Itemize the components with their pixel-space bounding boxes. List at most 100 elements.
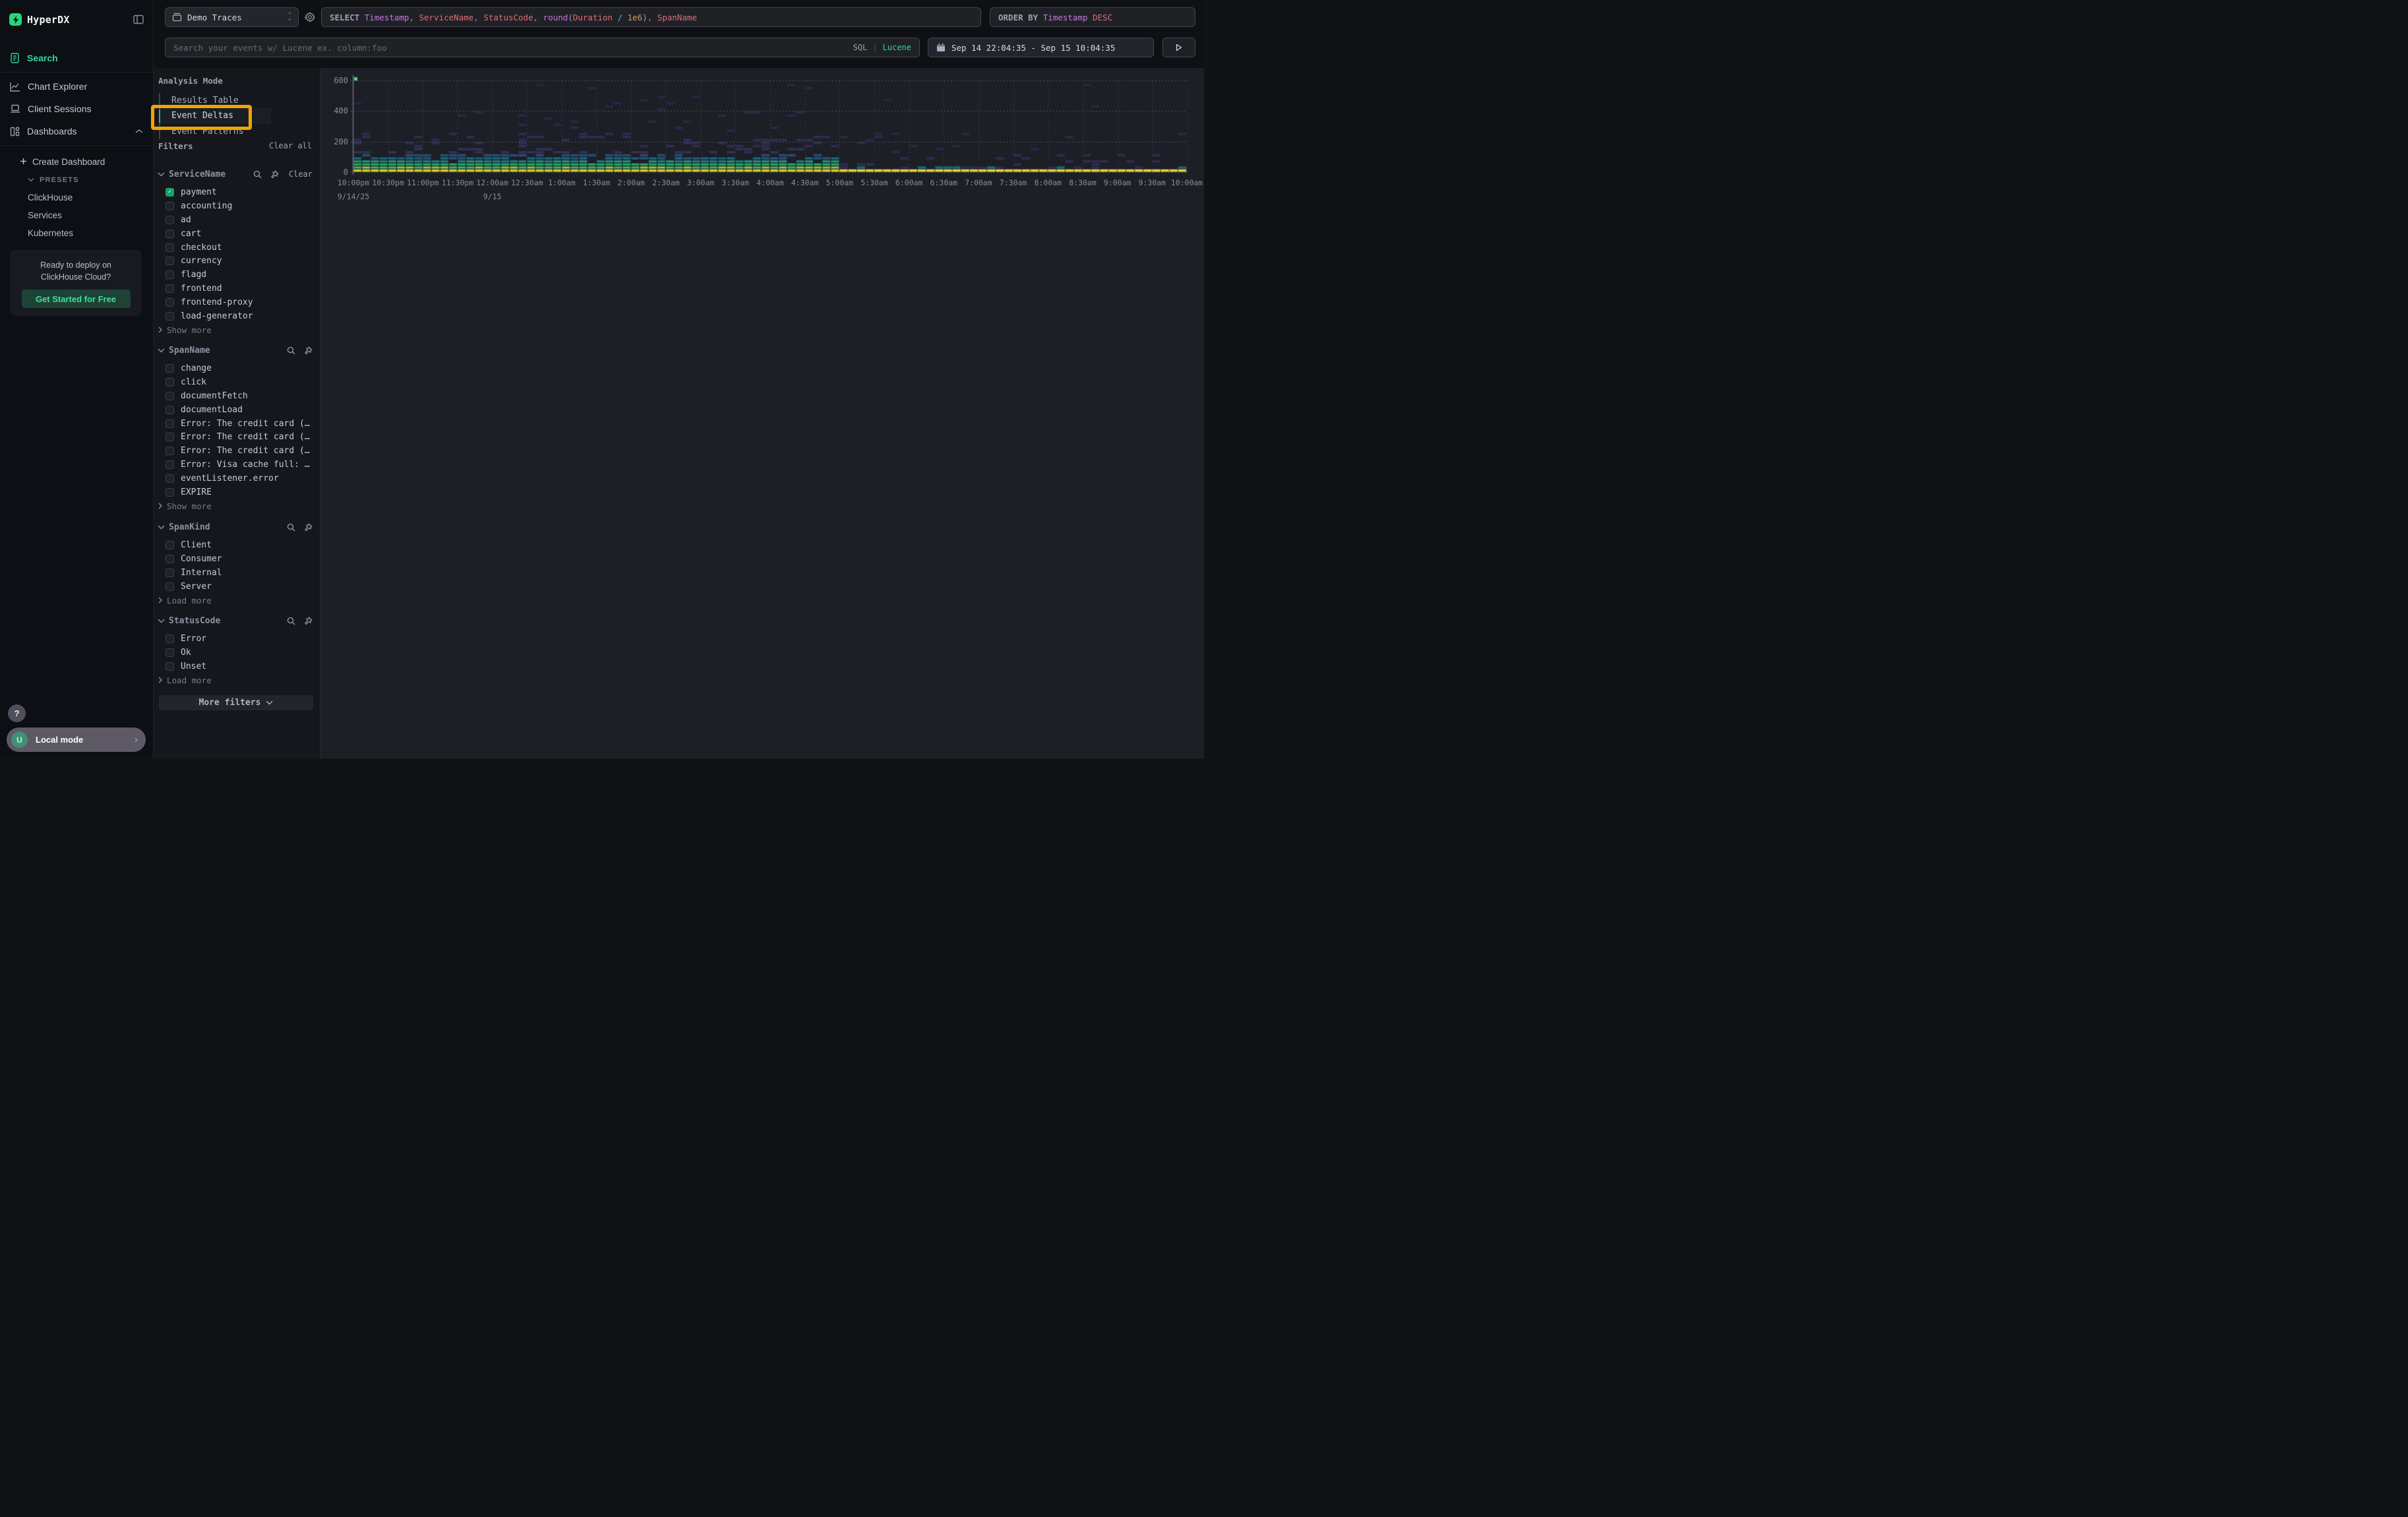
help-button[interactable]: ? [8, 704, 26, 722]
sidebar-collapse-icon[interactable] [133, 15, 144, 24]
filter-option-cart[interactable]: cart [154, 227, 320, 241]
analysis-mode-results-table[interactable]: Results Table [160, 93, 271, 108]
sidebar-item-client-sessions[interactable]: Client Sessions [0, 98, 153, 120]
filter-option-documentload[interactable]: documentLoad [154, 403, 320, 417]
filter-option-load-generator[interactable]: load-generator [154, 309, 320, 323]
checkbox[interactable] [166, 378, 174, 387]
search-icon[interactable] [287, 617, 295, 625]
checkbox-checked[interactable]: ✓ [166, 188, 174, 197]
filter-option-payment[interactable]: ✓payment [154, 185, 320, 199]
checkbox[interactable] [166, 541, 174, 549]
pin-icon[interactable] [270, 170, 279, 179]
analysis-mode-event-deltas[interactable]: Event Deltas [160, 108, 271, 123]
filter-option-internal[interactable]: Internal [154, 566, 320, 580]
filter-option-error-visa-cache-full-[interactable]: Error: Visa cache full: … [154, 458, 320, 472]
checkbox[interactable] [166, 582, 174, 591]
chevron-up-icon[interactable] [135, 129, 143, 134]
filter-option-client[interactable]: Client [154, 538, 320, 552]
checkbox[interactable] [166, 460, 174, 469]
checkbox[interactable] [166, 216, 174, 224]
presets-toggle[interactable]: PRESETS [0, 171, 153, 189]
chevron-down-icon[interactable] [158, 172, 165, 177]
time-range-picker[interactable]: Sep 14 22:04:35 - Sep 15 10:04:35 [928, 38, 1154, 57]
filter-option-error-the-credit-card-[interactable]: Error: The credit card (… [154, 444, 320, 458]
filter-option-change[interactable]: change [154, 361, 320, 375]
pin-icon[interactable] [304, 523, 313, 532]
analysis-mode-event-patterns[interactable]: Event Patterns [160, 124, 271, 139]
search-icon[interactable] [287, 346, 295, 355]
filter-option-frontend[interactable]: frontend [154, 282, 320, 295]
filter-option-eventlistener-error[interactable]: eventListener.error [154, 472, 320, 485]
sql-query-editor[interactable]: SELECT Timestamp, ServiceName, StatusCod… [321, 7, 981, 27]
checkbox[interactable] [166, 555, 174, 563]
local-mode-menu[interactable]: U Local mode › [7, 728, 146, 752]
checkbox[interactable] [166, 635, 174, 643]
chevron-down-icon[interactable] [158, 525, 165, 530]
checkbox[interactable] [166, 243, 174, 252]
checkbox[interactable] [166, 406, 174, 414]
filter-option-label: click [181, 377, 206, 387]
filter-option-ok[interactable]: Ok [154, 646, 320, 660]
get-started-button[interactable]: Get Started for Free [22, 290, 131, 308]
sidebar-preset-services[interactable]: Services [0, 206, 153, 224]
checkbox[interactable] [166, 662, 174, 671]
load-more-button[interactable]: Load more [154, 673, 320, 687]
more-filters-button[interactable]: More filters [159, 695, 313, 710]
filter-option-expire[interactable]: EXPIRE [154, 485, 320, 499]
filter-option-click[interactable]: click [154, 375, 320, 389]
checkbox[interactable] [166, 419, 174, 428]
sidebar-item-search[interactable]: Search [0, 47, 153, 69]
checkbox[interactable] [166, 298, 174, 307]
checkbox[interactable] [166, 230, 174, 238]
language-lucene-option[interactable]: Lucene [883, 43, 911, 52]
show-more-button[interactable]: Show more [154, 499, 320, 513]
search-icon[interactable] [253, 170, 262, 179]
filter-option-error-the-credit-card-[interactable]: Error: The credit card (… [154, 430, 320, 444]
gear-icon[interactable] [305, 12, 315, 26]
filter-option-consumer[interactable]: Consumer [154, 552, 320, 566]
checkbox[interactable] [166, 312, 174, 321]
clear-all-filters-button[interactable]: Clear all [269, 141, 312, 150]
clear-group-button[interactable]: Clear [289, 170, 313, 179]
search-icon[interactable] [287, 523, 295, 532]
create-dashboard-button[interactable]: Create Dashboard [0, 152, 153, 171]
filter-option-currency[interactable]: currency [154, 254, 320, 268]
chevron-down-icon[interactable] [158, 619, 165, 623]
sidebar-preset-clickhouse[interactable]: ClickHouse [0, 189, 153, 206]
load-more-button[interactable]: Load more [154, 594, 320, 607]
checkbox[interactable] [166, 474, 174, 483]
checkbox[interactable] [166, 284, 174, 293]
filter-option-documentfetch[interactable]: documentFetch [154, 389, 320, 403]
checkbox[interactable] [166, 202, 174, 210]
checkbox[interactable] [166, 257, 174, 265]
sidebar-item-dashboards[interactable]: Dashboards [0, 120, 153, 142]
chevron-down-icon[interactable] [158, 348, 165, 353]
filter-option-accounting[interactable]: accounting [154, 199, 320, 213]
filter-option-ad[interactable]: ad [154, 213, 320, 227]
language-sql-option[interactable]: SQL [853, 43, 868, 52]
checkbox[interactable] [166, 270, 174, 279]
order-by-editor[interactable]: ORDER BY Timestamp DESC [990, 7, 1195, 27]
filter-option-error-the-credit-card-[interactable]: Error: The credit card (… [154, 417, 320, 431]
checkbox[interactable] [166, 648, 174, 657]
sidebar-item-chart-explorer[interactable]: Chart Explorer [0, 75, 153, 98]
show-more-button[interactable]: Show more [154, 323, 320, 337]
filter-option-flagd[interactable]: flagd [154, 268, 320, 282]
checkbox[interactable] [166, 392, 174, 400]
source-select[interactable]: Demo Traces ⌃⌄ [165, 7, 299, 27]
checkbox[interactable] [166, 569, 174, 577]
filter-option-checkout[interactable]: checkout [154, 241, 320, 255]
filter-option-frontend-proxy[interactable]: frontend-proxy [154, 295, 320, 309]
sidebar-preset-kubernetes[interactable]: Kubernetes [0, 224, 153, 242]
run-query-button[interactable] [1162, 38, 1195, 57]
pin-icon[interactable] [304, 617, 313, 625]
filter-option-unset[interactable]: Unset [154, 660, 320, 673]
pin-icon[interactable] [304, 346, 313, 355]
search-input[interactable]: Search your events w/ Lucene ex. column:… [165, 38, 920, 57]
filter-option-server[interactable]: Server [154, 580, 320, 594]
checkbox[interactable] [166, 488, 174, 497]
checkbox[interactable] [166, 447, 174, 455]
checkbox[interactable] [166, 433, 174, 441]
checkbox[interactable] [166, 364, 174, 373]
filter-option-error[interactable]: Error [154, 632, 320, 646]
